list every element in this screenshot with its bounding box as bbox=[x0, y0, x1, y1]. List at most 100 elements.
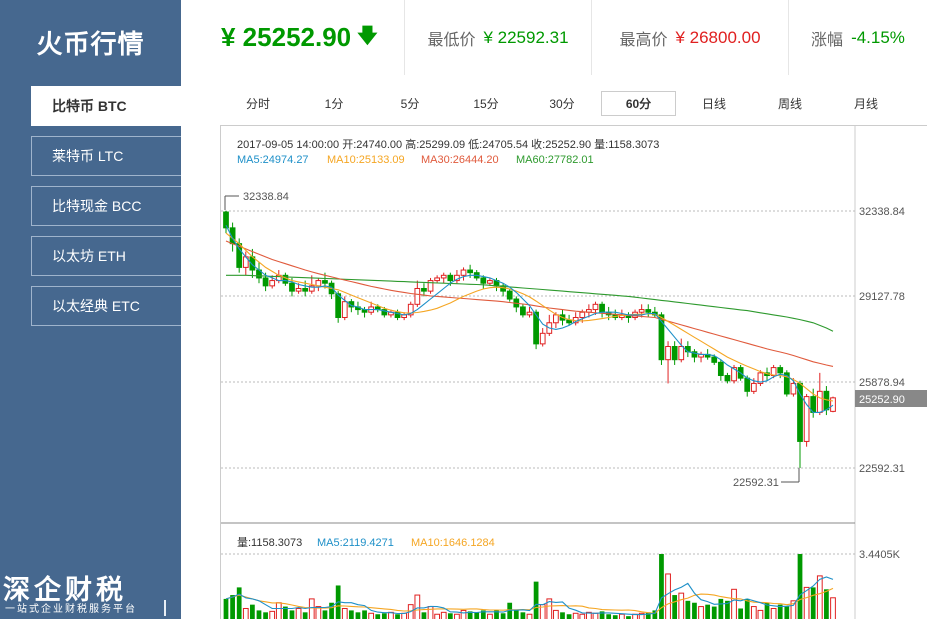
volume-bar bbox=[434, 613, 441, 619]
volume-bar bbox=[526, 613, 533, 619]
candle-body bbox=[638, 309, 645, 313]
axis-tick-4: 22592.31 bbox=[859, 463, 905, 475]
volume-bar bbox=[256, 610, 262, 619]
coin-list: 比特币 BTC 莱特币 LTC 比特现金 BCC 以太坊 ETH 以太经典 ET… bbox=[31, 86, 181, 336]
candle-body bbox=[262, 277, 269, 287]
volume-bar bbox=[520, 612, 526, 619]
sidebar: 火币行情 比特币 BTC 莱特币 LTC 比特现金 BCC 以太坊 ETH 以太… bbox=[0, 0, 181, 619]
low-price-label: 最低价 bbox=[427, 31, 476, 49]
volume-bar bbox=[784, 606, 790, 619]
candle-body bbox=[665, 346, 671, 361]
tab-60min[interactable]: 60分 bbox=[601, 91, 676, 116]
volume-bar bbox=[718, 598, 724, 619]
candle-body bbox=[447, 274, 454, 282]
candle-body bbox=[684, 346, 691, 353]
candle-body bbox=[553, 314, 559, 324]
volume-bar bbox=[368, 612, 375, 619]
coin-item-btc[interactable]: 比特币 BTC bbox=[31, 86, 181, 126]
ohlc-info: 2017-09-05 14:00:00 开:24740.00 高:25299.0… bbox=[237, 137, 659, 151]
candle-body bbox=[777, 367, 784, 374]
candle-body bbox=[421, 287, 427, 292]
kline-chart[interactable]: 32338.84 29127.78 25878.94 22592.31 3.44… bbox=[221, 126, 927, 619]
candle-body bbox=[599, 303, 605, 313]
candle-body bbox=[341, 301, 348, 318]
volume-bar bbox=[711, 606, 717, 619]
candle-body bbox=[295, 287, 302, 292]
volume-bar bbox=[606, 614, 612, 619]
volume-bar bbox=[381, 613, 387, 619]
change-label: 涨幅 bbox=[811, 31, 844, 49]
ma5-legend: MA5:24974.27 bbox=[237, 154, 309, 166]
volume-bar bbox=[618, 613, 625, 619]
coin-item-etc[interactable]: 以太经典 ETC bbox=[31, 286, 181, 326]
ma5-line bbox=[225, 224, 834, 413]
tab-monthly[interactable]: 月线 bbox=[840, 91, 892, 116]
ma60-legend: MA60:27782.01 bbox=[516, 154, 594, 166]
tab-daily[interactable]: 日线 bbox=[688, 91, 740, 116]
candle-body bbox=[480, 277, 487, 284]
candle-body bbox=[526, 311, 533, 316]
volume-bar bbox=[500, 613, 506, 619]
volume-bar bbox=[513, 610, 519, 619]
tab-1min[interactable]: 1分 bbox=[308, 91, 360, 116]
candlestick-series bbox=[223, 210, 836, 469]
volume-bar bbox=[289, 610, 295, 619]
volume-bar bbox=[692, 602, 697, 619]
kline-chart-area[interactable]: 32338.84 29127.78 25878.94 22592.31 3.44… bbox=[220, 125, 927, 619]
app-title: 火币行情 bbox=[36, 29, 145, 59]
candle-body bbox=[816, 390, 823, 413]
tab-5min[interactable]: 5分 bbox=[384, 91, 436, 116]
volume-bar bbox=[447, 613, 453, 619]
volume-bar bbox=[705, 604, 711, 619]
price-axis-labels: 32338.84 29127.78 25878.94 22592.31 3.44… bbox=[859, 206, 905, 561]
candle-body bbox=[566, 319, 572, 324]
volume-bar bbox=[757, 609, 764, 619]
candle-body bbox=[579, 311, 586, 318]
coin-item-ltc[interactable]: 莱特币 LTC bbox=[31, 136, 181, 176]
candle-body bbox=[678, 346, 685, 361]
high-price-value: ¥ 26800.00 bbox=[675, 27, 761, 47]
tab-15min[interactable]: 15分 bbox=[460, 91, 512, 116]
current-price-tag: 25252.90 bbox=[855, 390, 927, 407]
volume-bar bbox=[421, 612, 427, 619]
min-marker-label: 22592.31 bbox=[733, 477, 779, 489]
max-marker-label: 32338.84 bbox=[243, 191, 289, 203]
axis-tick-1: 32338.84 bbox=[859, 206, 905, 218]
volume-bar bbox=[236, 587, 242, 619]
candle-body bbox=[520, 306, 526, 316]
volume-bar bbox=[770, 607, 777, 619]
volume-bar bbox=[560, 612, 565, 619]
volume-bar bbox=[341, 607, 348, 619]
volume-bar bbox=[395, 614, 400, 619]
volume-bar bbox=[250, 604, 255, 619]
current-price-tag-text: 25252.90 bbox=[859, 394, 905, 406]
volume-bar bbox=[665, 573, 671, 619]
volume-bar bbox=[533, 581, 539, 619]
volume-bar bbox=[678, 592, 685, 619]
watermark: 深企财税 一站式企业财税服务平台 bbox=[0, 566, 181, 619]
volume-bar bbox=[302, 612, 308, 619]
volume-bar bbox=[474, 612, 480, 619]
tab-30min[interactable]: 30分 bbox=[536, 91, 588, 116]
coin-item-bcc[interactable]: 比特现金 BCC bbox=[31, 186, 181, 226]
vol-ma5-legend: MA5:2119.4271 bbox=[317, 537, 394, 549]
volume-bar bbox=[414, 594, 421, 619]
volume-bar bbox=[592, 612, 599, 619]
tab-timeshare[interactable]: 分时 bbox=[230, 91, 286, 116]
candle-body bbox=[506, 290, 513, 300]
current-price-cell: ¥ 25252.90 🡇 bbox=[181, 0, 405, 75]
volume-bar bbox=[362, 610, 367, 619]
coin-item-eth[interactable]: 以太坊 ETH bbox=[31, 236, 181, 276]
volume-bar bbox=[427, 606, 434, 619]
volume-bar bbox=[348, 610, 354, 619]
volume-bar bbox=[612, 615, 618, 619]
volume-info: 量:1158.3073 bbox=[237, 536, 302, 549]
axis-tick-3: 25878.94 bbox=[859, 377, 905, 389]
ma10-legend: MA10:25133.09 bbox=[327, 154, 405, 166]
candle-body bbox=[440, 274, 447, 279]
volume-bar bbox=[579, 613, 586, 619]
min-marker: 22592.31 bbox=[733, 468, 800, 489]
volume-bar bbox=[816, 575, 823, 619]
tab-weekly[interactable]: 周线 bbox=[764, 91, 816, 116]
candle-body bbox=[539, 332, 546, 345]
